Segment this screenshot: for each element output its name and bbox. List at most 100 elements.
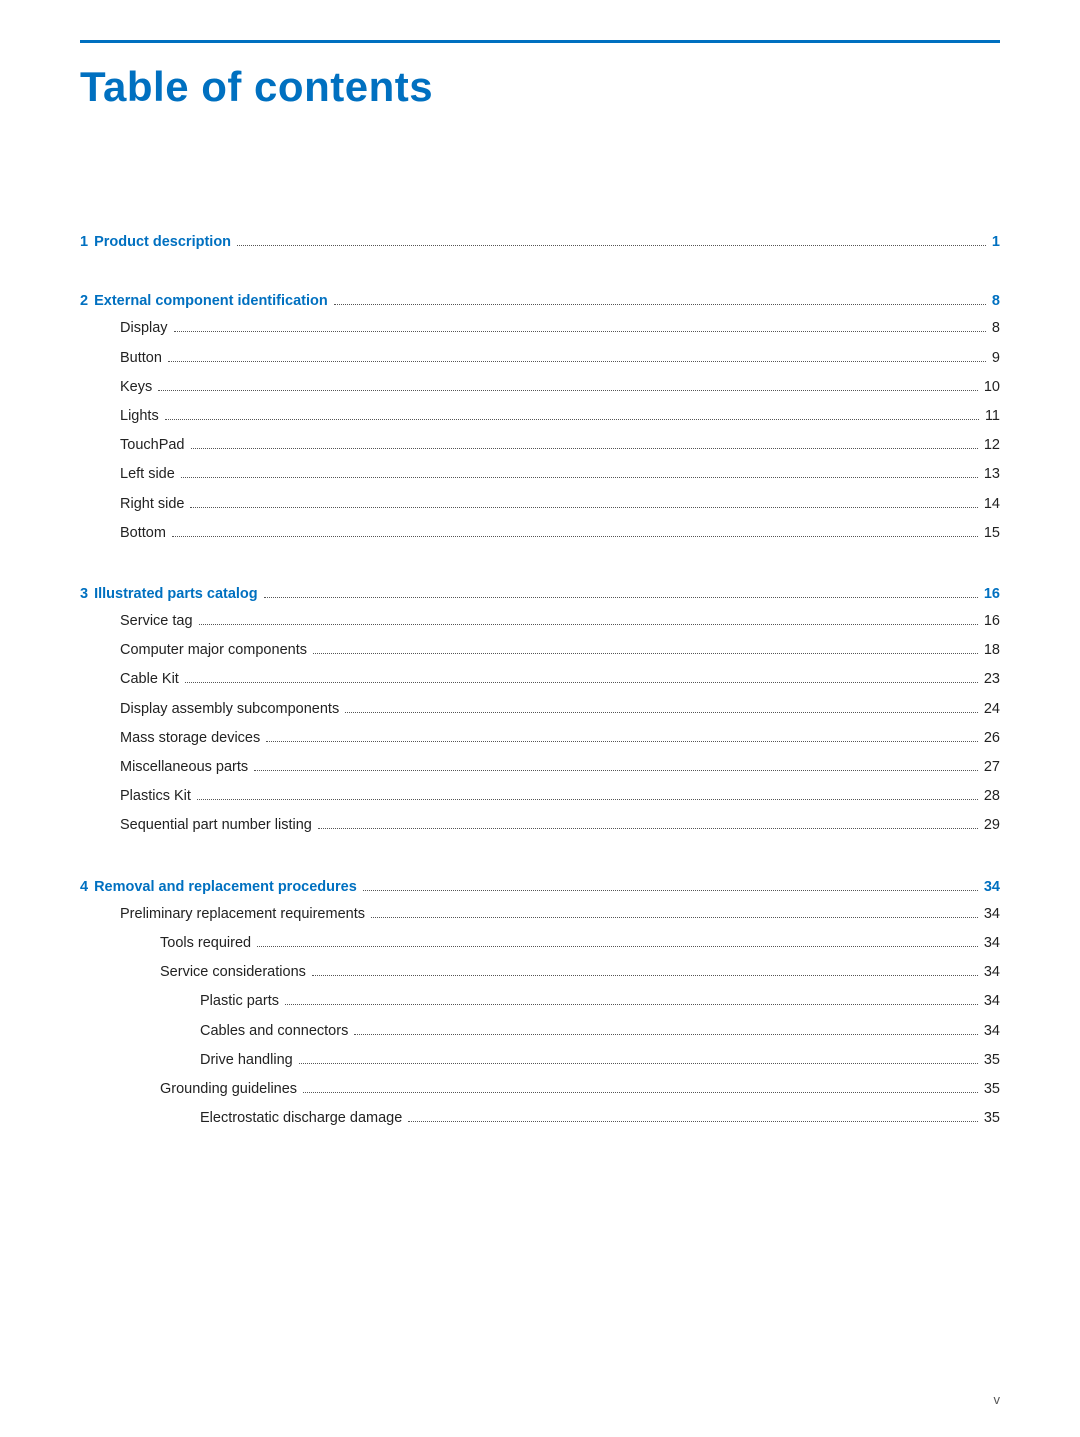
toc-item: Tools required 34 xyxy=(80,932,1000,955)
toc-dots xyxy=(168,361,986,362)
toc-dots xyxy=(181,477,978,478)
chapter-label: Illustrated parts catalog xyxy=(94,583,258,606)
toc-item-page: 24 xyxy=(984,698,1000,721)
toc-dots xyxy=(257,946,978,947)
toc-item-label: Plastics Kit xyxy=(120,785,191,808)
toc-dots xyxy=(197,799,978,800)
toc-item: Service considerations 34 xyxy=(80,961,1000,984)
toc-dots xyxy=(199,624,978,625)
toc-chapter-2: 2External component identification8 xyxy=(80,290,1000,313)
toc-item-page: 12 xyxy=(984,434,1000,457)
toc-item-label: Sequential part number listing xyxy=(120,814,312,837)
chapter-page: 16 xyxy=(984,583,1000,606)
toc-dots xyxy=(264,597,978,598)
toc-item-label: Display xyxy=(120,317,168,340)
toc-chapter-1: 1Product description1 xyxy=(80,231,1000,254)
toc-item: Lights 11 xyxy=(80,405,1000,428)
page-container: Table of contents 1Product description12… xyxy=(0,0,1080,1437)
toc-item-page: 29 xyxy=(984,814,1000,837)
toc-item-label: Computer major components xyxy=(120,639,307,662)
toc-item: Cable Kit23 xyxy=(80,668,1000,691)
toc-item-page: 14 xyxy=(984,493,1000,516)
toc-item: Grounding guidelines35 xyxy=(80,1078,1000,1101)
toc-dots xyxy=(174,331,986,332)
toc-dots xyxy=(313,653,978,654)
toc-item: Button 9 xyxy=(80,347,1000,370)
toc-item: Plastics Kit 28 xyxy=(80,785,1000,808)
toc-item-label: Display assembly subcomponents xyxy=(120,698,339,721)
toc-item-label: Right side xyxy=(120,493,184,516)
toc-item: Drive handling 35 xyxy=(80,1049,1000,1072)
toc-item-page: 11 xyxy=(985,405,1000,428)
toc-item-label: TouchPad xyxy=(120,434,185,457)
toc-item: Sequential part number listing 29 xyxy=(80,814,1000,837)
toc-item-label: Mass storage devices xyxy=(120,727,260,750)
toc-chapter-3: 3Illustrated parts catalog16 xyxy=(80,583,1000,606)
toc-item-label: Bottom xyxy=(120,522,166,545)
toc-item: Cables and connectors 34 xyxy=(80,1020,1000,1043)
toc-item-label: Miscellaneous parts xyxy=(120,756,248,779)
toc-dots xyxy=(185,682,978,683)
page-footer: v xyxy=(994,1392,1001,1407)
toc-item-label: Service considerations xyxy=(160,961,306,984)
toc-dots xyxy=(303,1092,978,1093)
toc-dots xyxy=(172,536,978,537)
toc-item-page: 10 xyxy=(984,376,1000,399)
chapter-label: Product description xyxy=(94,231,231,254)
toc-item-page: 18 xyxy=(984,639,1000,662)
toc-item-page: 16 xyxy=(984,610,1000,633)
toc-chapter-4: 4Removal and replacement procedures34 xyxy=(80,876,1000,899)
toc-item-page: 28 xyxy=(984,785,1000,808)
toc-item: Plastic parts34 xyxy=(80,990,1000,1013)
toc-item-label: Cables and connectors xyxy=(200,1020,348,1043)
toc-item-label: Tools required xyxy=(160,932,251,955)
toc-dots xyxy=(334,304,986,305)
toc-item-page: 34 xyxy=(984,961,1000,984)
toc-item: Computer major components 18 xyxy=(80,639,1000,662)
toc-item-page: 34 xyxy=(984,932,1000,955)
toc-dots xyxy=(191,448,978,449)
toc-item: Display assembly subcomponents 24 xyxy=(80,698,1000,721)
toc-item-label: Service tag xyxy=(120,610,193,633)
toc-item: Service tag 16 xyxy=(80,610,1000,633)
chapter-num: 4 xyxy=(80,876,88,899)
toc-dots xyxy=(345,712,978,713)
toc-dots xyxy=(312,975,978,976)
toc-item-page: 13 xyxy=(984,463,1000,486)
top-rule xyxy=(80,40,1000,43)
toc-item-page: 26 xyxy=(984,727,1000,750)
toc-dots xyxy=(266,741,978,742)
toc-item: Mass storage devices 26 xyxy=(80,727,1000,750)
toc-item: Keys10 xyxy=(80,376,1000,399)
toc-item-label: Left side xyxy=(120,463,175,486)
toc-dots xyxy=(165,419,979,420)
toc-item-page: 23 xyxy=(984,668,1000,691)
toc-item: Left side 13 xyxy=(80,463,1000,486)
toc-item-label: Lights xyxy=(120,405,159,428)
toc-dots xyxy=(237,245,986,246)
chapter-num: 1 xyxy=(80,231,88,254)
toc-item-page: 35 xyxy=(984,1078,1000,1101)
toc-dots xyxy=(318,828,978,829)
toc-dots xyxy=(158,390,978,391)
chapter-label: External component identification xyxy=(94,290,328,313)
toc-item-page: 34 xyxy=(984,1020,1000,1043)
toc-item-page: 35 xyxy=(984,1107,1000,1130)
toc-dots xyxy=(190,507,977,508)
toc-dots xyxy=(254,770,978,771)
toc-dots xyxy=(285,1004,978,1005)
toc-item-label: Button xyxy=(120,347,162,370)
toc-item-page: 34 xyxy=(984,990,1000,1013)
toc-item-page: 15 xyxy=(984,522,1000,545)
toc-item-page: 27 xyxy=(984,756,1000,779)
toc-dots xyxy=(354,1034,978,1035)
chapter-num: 2 xyxy=(80,290,88,313)
toc-item: Bottom 15 xyxy=(80,522,1000,545)
toc-item-page: 35 xyxy=(984,1049,1000,1072)
toc-dots xyxy=(363,890,978,891)
toc-item-page: 34 xyxy=(984,903,1000,926)
toc-item: Right side 14 xyxy=(80,493,1000,516)
toc-item-page: 9 xyxy=(992,347,1000,370)
toc-item-label: Electrostatic discharge damage xyxy=(200,1107,402,1130)
toc-item-label: Drive handling xyxy=(200,1049,293,1072)
